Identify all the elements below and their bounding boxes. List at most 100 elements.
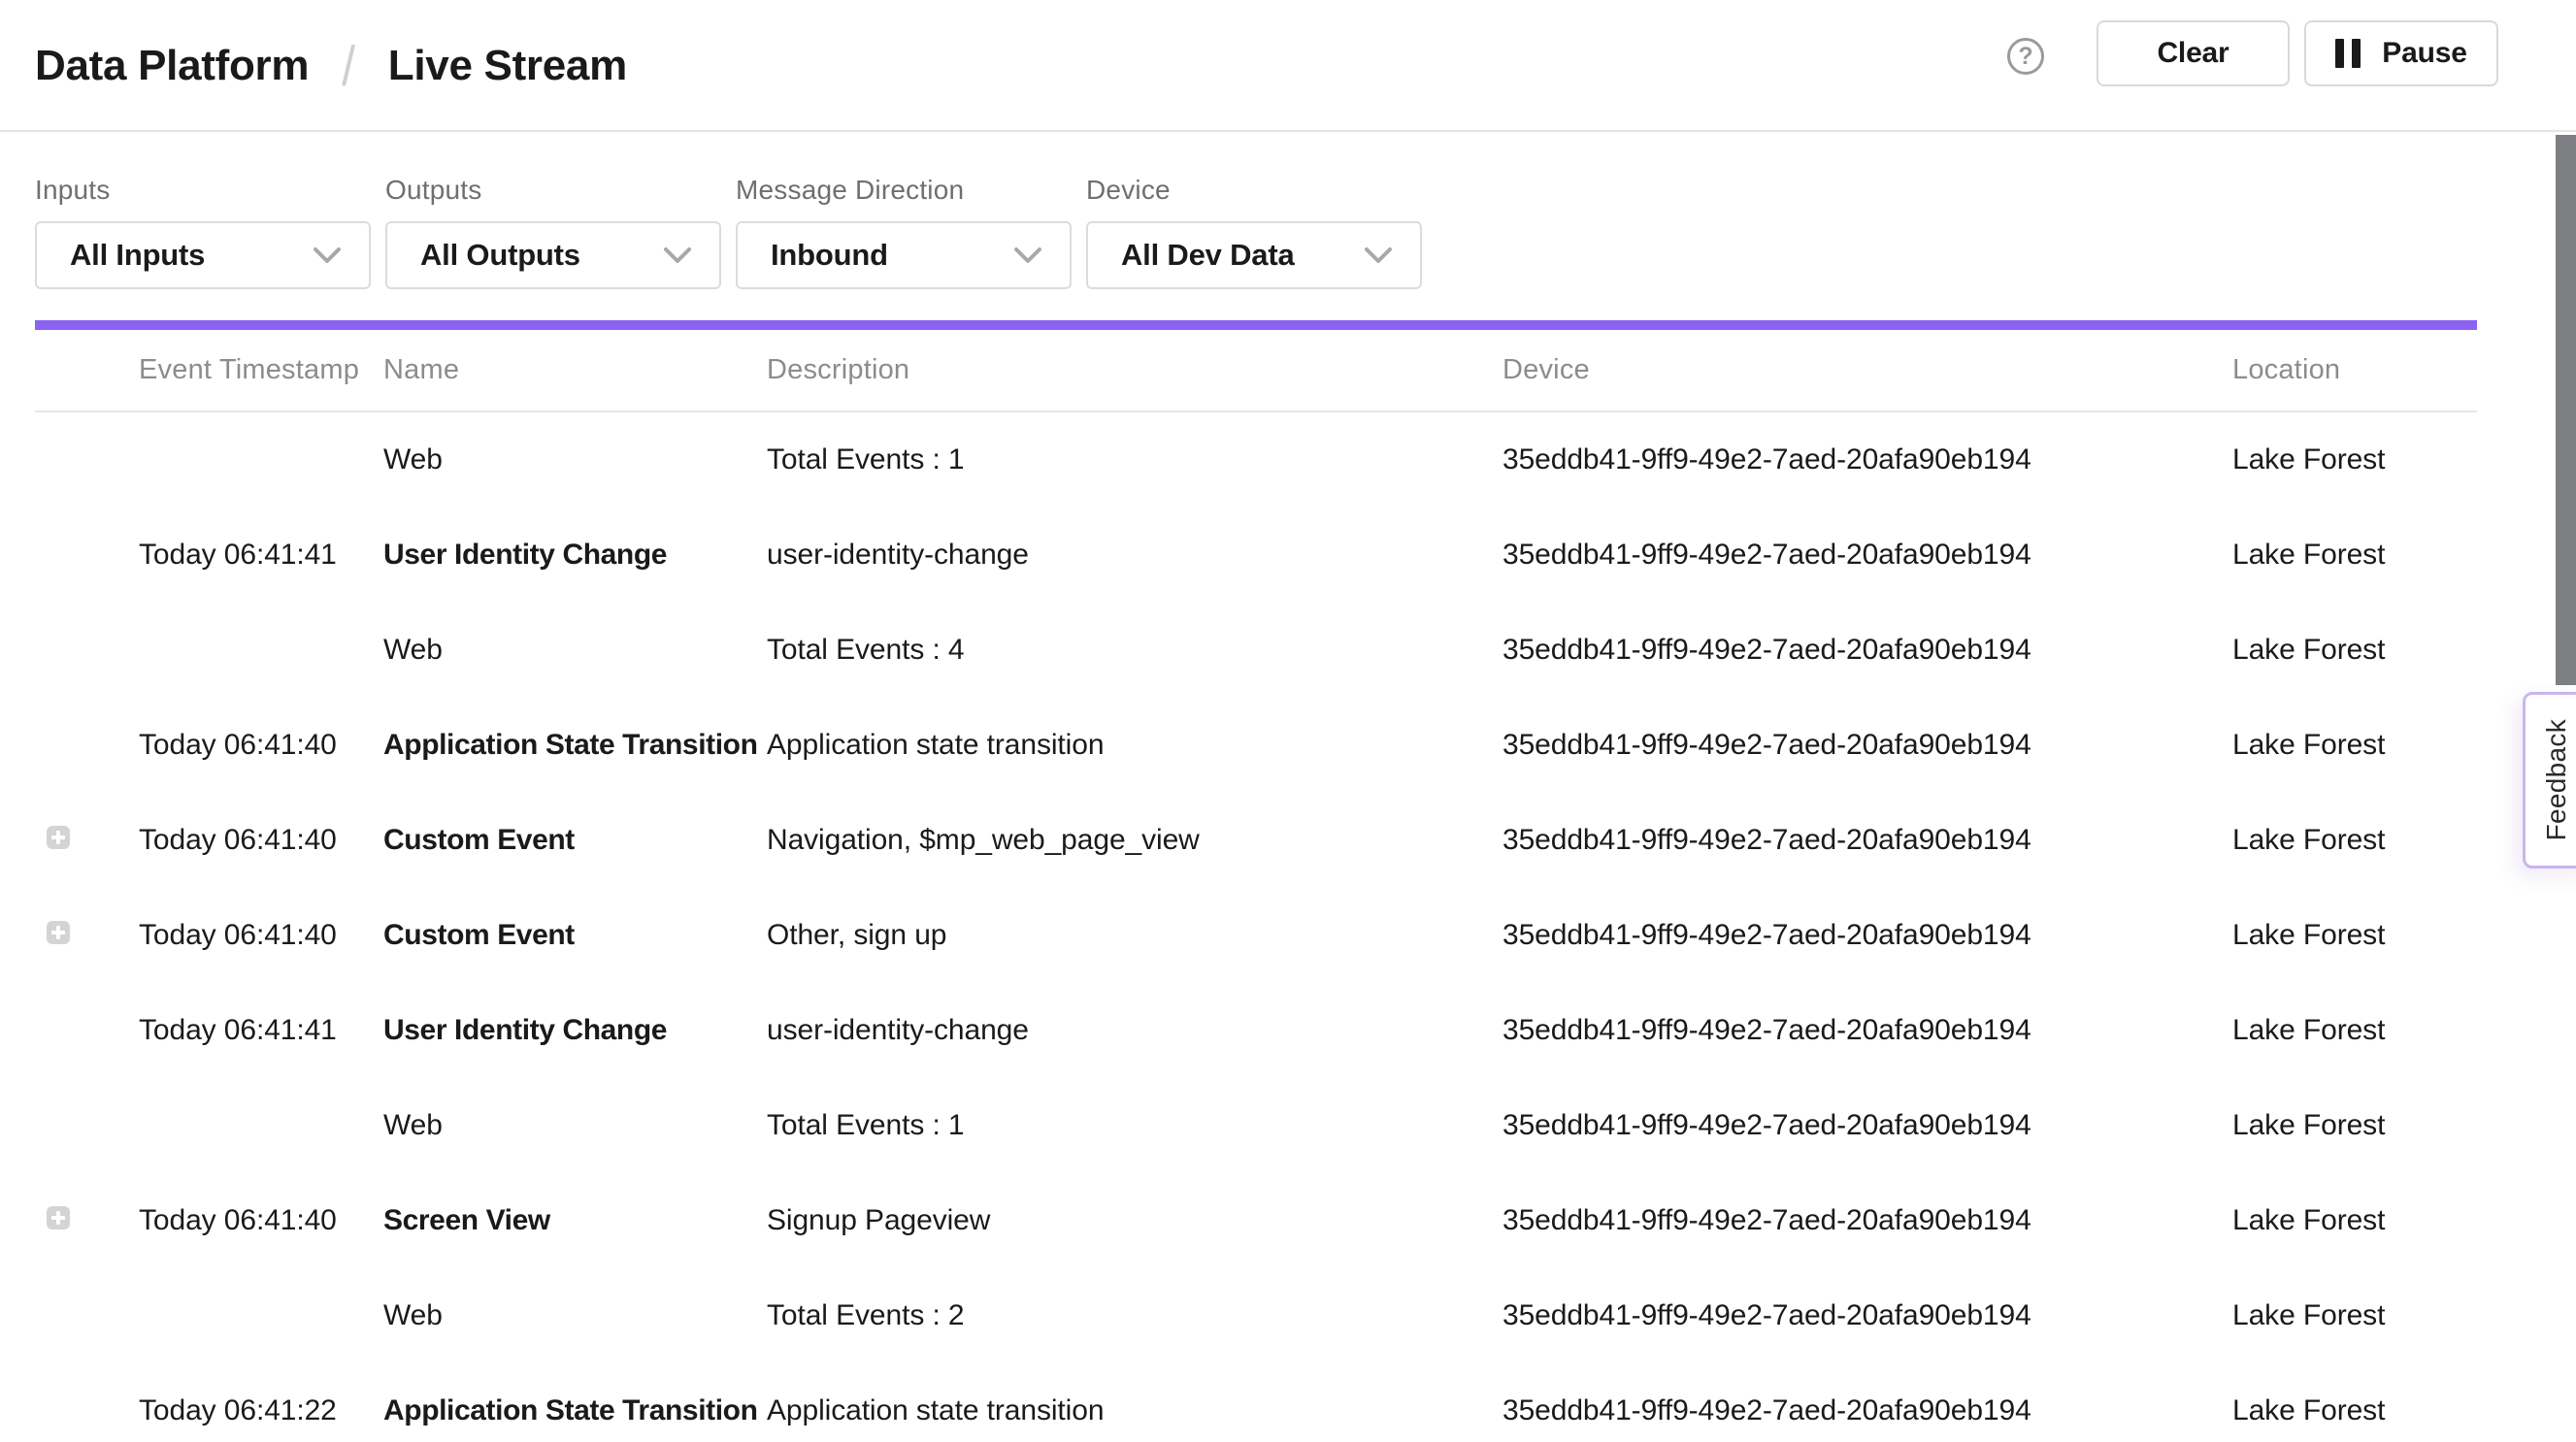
outputs-select[interactable]: All Outputs xyxy=(385,221,721,289)
row-device: 35eddb41-9ff9-49e2-7aed-20afa90eb194 xyxy=(1503,1299,2232,1332)
vertical-scrollbar-thumb[interactable] xyxy=(2556,135,2576,685)
column-header-timestamp: Event Timestamp xyxy=(139,354,383,386)
pause-button[interactable]: Pause xyxy=(2304,20,2498,86)
row-timestamp: Today 06:41:40 xyxy=(139,824,383,857)
expand-cell xyxy=(35,539,139,572)
row-timestamp: Today 06:41:41 xyxy=(139,539,383,572)
expand-cell xyxy=(35,729,139,762)
feedback-tab[interactable]: Feedback xyxy=(2523,692,2576,868)
breadcrumb-page: Live Stream xyxy=(388,42,627,90)
breadcrumb-section[interactable]: Data Platform xyxy=(35,42,309,90)
row-description: Signup Pageview xyxy=(767,1204,1503,1237)
live-stream-table: Event Timestamp Name Description Device … xyxy=(35,330,2477,1442)
chevron-down-icon xyxy=(663,246,692,264)
table-row: Web Total Events : 1 35eddb41-9ff9-49e2-… xyxy=(35,412,2477,508)
row-name: Application State Transition xyxy=(383,1394,767,1427)
table-row: Web Total Events : 2 35eddb41-9ff9-49e2-… xyxy=(35,1268,2477,1363)
table-body: Web Total Events : 1 35eddb41-9ff9-49e2-… xyxy=(35,412,2477,1442)
expand-button[interactable] xyxy=(47,1206,70,1229)
expand-cell xyxy=(35,634,139,667)
filter-inputs: Inputs All Inputs xyxy=(35,173,371,289)
expand-cell xyxy=(35,1299,139,1332)
row-device: 35eddb41-9ff9-49e2-7aed-20afa90eb194 xyxy=(1503,1204,2232,1237)
message-direction-select[interactable]: Inbound xyxy=(736,221,1072,289)
row-description: Total Events : 4 xyxy=(767,634,1503,667)
filter-inputs-label: Inputs xyxy=(35,173,371,208)
row-device: 35eddb41-9ff9-49e2-7aed-20afa90eb194 xyxy=(1503,1014,2232,1047)
row-name: Application State Transition xyxy=(383,729,767,762)
row-timestamp: Today 06:41:40 xyxy=(139,729,383,762)
pause-button-label: Pause xyxy=(2382,37,2466,70)
feedback-tab-label: Feedback xyxy=(2541,719,2572,840)
app-header: Data Platform / Live Stream ? Clear Paus… xyxy=(0,0,2576,132)
row-device: 35eddb41-9ff9-49e2-7aed-20afa90eb194 xyxy=(1503,919,2232,952)
column-header-description: Description xyxy=(767,354,1503,386)
row-timestamp: Today 06:41:40 xyxy=(139,919,383,952)
table-row: Today 06:41:40 Custom Event Navigation, … xyxy=(35,793,2477,888)
filter-outputs-label: Outputs xyxy=(385,173,721,208)
column-header-location: Location xyxy=(2232,354,2477,386)
table-row: Today 06:41:40 Custom Event Other, sign … xyxy=(35,888,2477,983)
filter-device-label: Device xyxy=(1086,173,1422,208)
device-select[interactable]: All Dev Data xyxy=(1086,221,1422,289)
expand-button[interactable] xyxy=(47,921,70,944)
expand-cell xyxy=(35,1014,139,1047)
expand-cell xyxy=(35,1394,139,1427)
row-description: Navigation, $mp_web_page_view xyxy=(767,824,1503,857)
stream-activity-bar xyxy=(35,320,2477,330)
chevron-down-icon xyxy=(313,246,342,264)
row-name: Screen View xyxy=(383,1204,767,1237)
row-description: Total Events : 1 xyxy=(767,443,1503,476)
column-header-name: Name xyxy=(383,354,767,386)
table-row: Today 06:41:41 User Identity Change user… xyxy=(35,983,2477,1078)
breadcrumb: Data Platform / Live Stream xyxy=(35,0,627,132)
row-location: Lake Forest xyxy=(2232,1204,2477,1237)
outputs-select-value: All Outputs xyxy=(420,238,580,273)
row-name: Web xyxy=(383,634,767,667)
row-device: 35eddb41-9ff9-49e2-7aed-20afa90eb194 xyxy=(1503,1394,2232,1427)
row-description: Application state transition xyxy=(767,1394,1503,1427)
row-description: Total Events : 1 xyxy=(767,1109,1503,1142)
row-location: Lake Forest xyxy=(2232,634,2477,667)
row-timestamp: Today 06:41:40 xyxy=(139,1204,383,1237)
breadcrumb-separator: / xyxy=(342,34,355,99)
row-device: 35eddb41-9ff9-49e2-7aed-20afa90eb194 xyxy=(1503,1109,2232,1142)
row-name: User Identity Change xyxy=(383,1014,767,1047)
row-device: 35eddb41-9ff9-49e2-7aed-20afa90eb194 xyxy=(1503,634,2232,667)
filter-message-direction-label: Message Direction xyxy=(736,173,1072,208)
message-direction-select-value: Inbound xyxy=(771,238,888,273)
expand-cell xyxy=(35,1109,139,1142)
device-select-value: All Dev Data xyxy=(1121,238,1295,273)
row-location: Lake Forest xyxy=(2232,919,2477,952)
row-name: Web xyxy=(383,1109,767,1142)
expand-cell xyxy=(35,824,139,857)
expand-button[interactable] xyxy=(47,826,70,849)
pause-icon xyxy=(2335,39,2361,68)
inputs-select-value: All Inputs xyxy=(70,238,205,273)
row-location: Lake Forest xyxy=(2232,1299,2477,1332)
row-name: User Identity Change xyxy=(383,539,767,572)
chevron-down-icon xyxy=(1013,246,1042,264)
row-description: user-identity-change xyxy=(767,1014,1503,1047)
help-icon[interactable]: ? xyxy=(2007,38,2044,75)
inputs-select[interactable]: All Inputs xyxy=(35,221,371,289)
filters-bar: Inputs All Inputs Outputs All Outputs Me… xyxy=(35,173,1422,289)
column-header-device: Device xyxy=(1503,354,2232,386)
table-row: Today 06:41:40 Application State Transit… xyxy=(35,698,2477,793)
expand-cell xyxy=(35,1204,139,1237)
row-location: Lake Forest xyxy=(2232,1109,2477,1142)
row-description: Application state transition xyxy=(767,729,1503,762)
table-row: Web Total Events : 1 35eddb41-9ff9-49e2-… xyxy=(35,1078,2477,1173)
filter-outputs: Outputs All Outputs xyxy=(385,173,721,289)
row-timestamp: Today 06:41:22 xyxy=(139,1394,383,1427)
clear-button[interactable]: Clear xyxy=(2097,20,2290,86)
row-device: 35eddb41-9ff9-49e2-7aed-20afa90eb194 xyxy=(1503,443,2232,476)
row-location: Lake Forest xyxy=(2232,539,2477,572)
row-location: Lake Forest xyxy=(2232,824,2477,857)
row-name: Web xyxy=(383,1299,767,1332)
row-description: Total Events : 2 xyxy=(767,1299,1503,1332)
row-description: Other, sign up xyxy=(767,919,1503,952)
row-description: user-identity-change xyxy=(767,539,1503,572)
clear-button-label: Clear xyxy=(2157,37,2229,70)
row-location: Lake Forest xyxy=(2232,1394,2477,1427)
